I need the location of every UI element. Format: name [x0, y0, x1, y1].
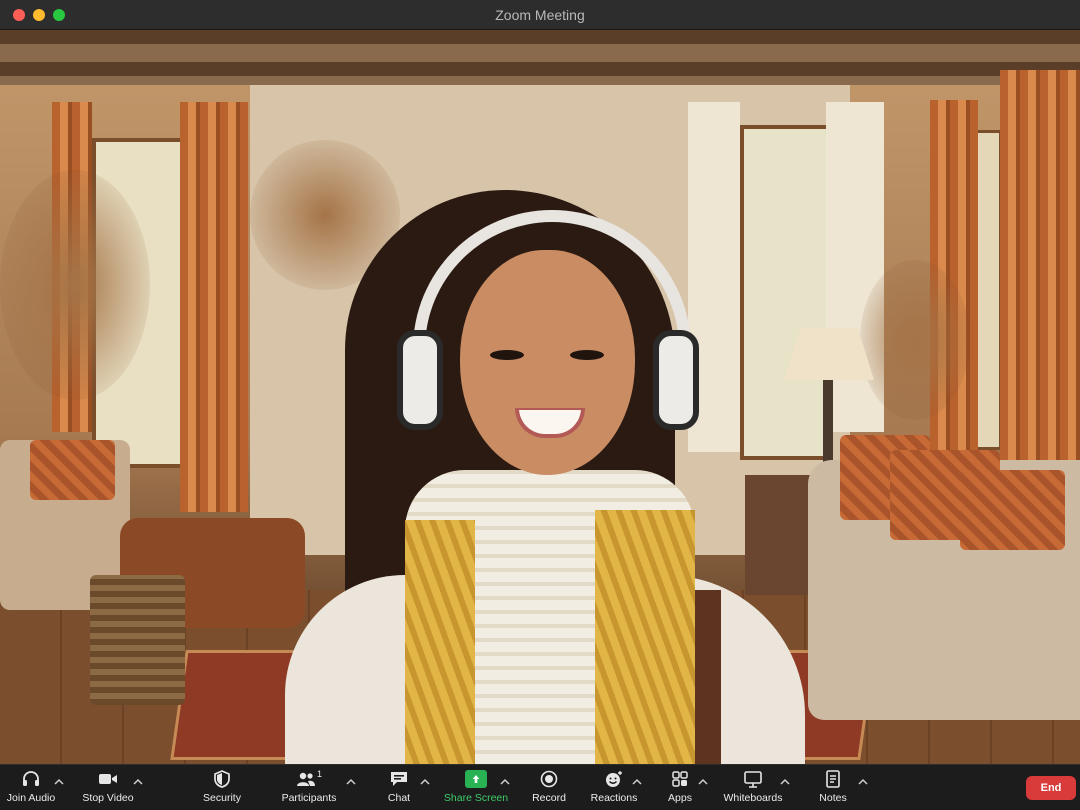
emoji-icon [602, 769, 626, 789]
video-feed [0, 30, 1080, 764]
security-button[interactable]: Security [200, 769, 244, 809]
end-meeting-button[interactable]: End [1026, 776, 1076, 800]
lamp-base [823, 380, 833, 470]
curtain [1000, 70, 1080, 460]
audio-options-chevron-icon[interactable] [54, 773, 64, 785]
notes-button[interactable]: Notes [814, 769, 852, 809]
ceiling-beam [0, 30, 1080, 44]
apps-options-chevron-icon[interactable] [698, 773, 708, 785]
headphone-ear-cup [653, 330, 699, 430]
apps-icon [668, 769, 692, 789]
wicker-basket [90, 575, 185, 705]
whiteboards-options-chevron-icon[interactable] [780, 773, 790, 785]
bag-strap [695, 590, 721, 764]
video-options-chevron-icon[interactable] [133, 773, 143, 785]
join-audio-button[interactable]: Join Audio [6, 769, 56, 809]
ceiling-beam [0, 62, 1080, 76]
chat-button[interactable]: Chat [380, 769, 418, 809]
participant-count: 1 [316, 769, 322, 779]
headphones-icon [19, 769, 43, 789]
participants-options-chevron-icon[interactable] [346, 773, 356, 785]
curtain [180, 102, 248, 512]
notes-icon [821, 769, 845, 789]
share-screen-icon [464, 769, 488, 789]
apps-button[interactable]: Apps [664, 769, 696, 809]
participants-button[interactable]: 1 Participants [280, 769, 338, 809]
reactions-button[interactable]: Reactions [590, 769, 638, 809]
dried-flowers [0, 170, 150, 400]
share-options-chevron-icon[interactable] [500, 773, 510, 785]
scarf-stripe [595, 510, 695, 764]
scarf-stripe [405, 520, 475, 764]
chat-bubble-icon [387, 769, 411, 789]
pillow [960, 470, 1065, 550]
video-camera-icon [96, 769, 120, 789]
chat-options-chevron-icon[interactable] [420, 773, 430, 785]
reactions-options-chevron-icon[interactable] [632, 773, 642, 785]
record-button[interactable]: Record [530, 769, 568, 809]
headphone-ear-cup [397, 330, 443, 430]
share-screen-button[interactable]: Share Screen [444, 769, 508, 809]
whiteboards-button[interactable]: Whiteboards [722, 769, 784, 809]
window-title: Zoom Meeting [495, 7, 585, 23]
participant-video [285, 180, 805, 764]
shield-icon [210, 769, 234, 789]
meeting-toolbar: Join Audio Stop Video Security 1 Partici… [0, 764, 1080, 810]
record-icon [537, 769, 561, 789]
pillow [30, 440, 115, 500]
whiteboard-icon [741, 769, 765, 789]
smile [515, 408, 585, 438]
participants-icon: 1 [292, 769, 326, 789]
more-options-chevron-icon[interactable] [858, 773, 868, 785]
dried-flowers [860, 260, 970, 420]
window-titlebar: Zoom Meeting [0, 0, 1080, 30]
stop-video-button[interactable]: Stop Video [80, 769, 136, 809]
